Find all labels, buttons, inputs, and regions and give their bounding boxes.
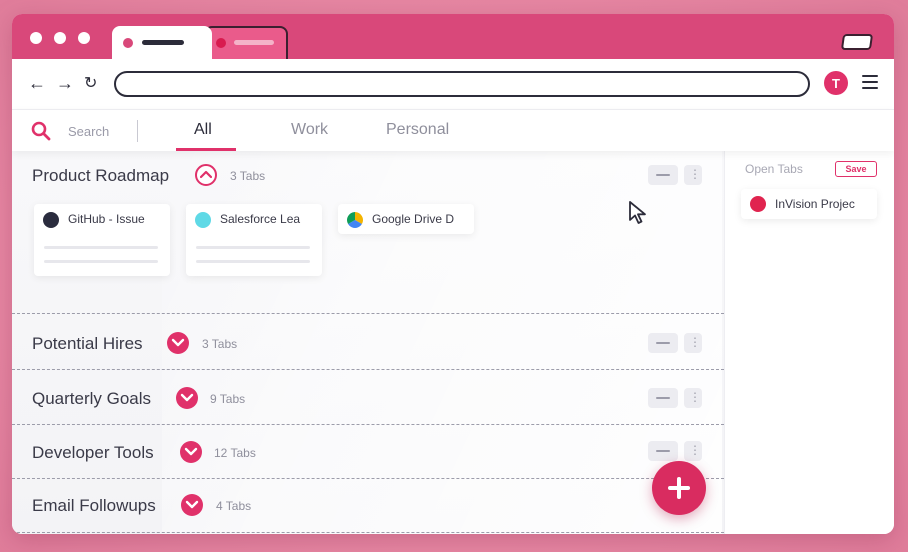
browser-tab-1[interactable] xyxy=(112,26,212,59)
group-more-button[interactable] xyxy=(684,165,702,185)
expand-chevron-down-icon[interactable] xyxy=(167,332,189,354)
expand-chevron-down-icon[interactable] xyxy=(181,494,203,516)
search-icon[interactable] xyxy=(30,120,52,142)
extension-icon-letter: T xyxy=(832,75,840,91)
tab-strip xyxy=(12,14,894,59)
close-window-button[interactable] xyxy=(30,32,42,44)
saved-tab-title: Salesforce Lea xyxy=(220,212,301,226)
open-tab-card[interactable]: InVision Projec xyxy=(741,189,877,219)
tab-preview-line xyxy=(44,246,158,249)
group-separator xyxy=(12,369,724,370)
saved-tab-title: Google Drive D xyxy=(372,212,455,226)
header-divider xyxy=(137,120,138,142)
group-title[interactable]: Email Followups xyxy=(32,496,156,516)
group-tab-count: 9 Tabs xyxy=(210,392,246,406)
group-title[interactable]: Potential Hires xyxy=(32,334,143,354)
open-tabs-panel: Open Tabs Save InVision Projec xyxy=(724,151,894,534)
saved-tab-title: GitHub - Issue xyxy=(68,212,145,226)
google-drive-icon xyxy=(347,212,363,228)
saved-tab-card[interactable]: GitHub - Issue xyxy=(34,204,170,276)
group-tab-count: 12 Tabs xyxy=(214,446,256,460)
app-header: Search All Work Personal xyxy=(12,109,894,151)
save-button-label: Save xyxy=(845,164,867,174)
saved-tab-card[interactable]: Salesforce Lea xyxy=(186,204,322,276)
group-more-button[interactable] xyxy=(684,441,702,461)
hamburger-menu-icon[interactable] xyxy=(862,75,878,89)
navigation-bar: ← → ↻ T xyxy=(12,59,894,109)
tab-personal[interactable]: Personal xyxy=(386,121,449,139)
minimize-window-button[interactable] xyxy=(54,32,66,44)
group-separator xyxy=(12,478,724,479)
reload-icon[interactable]: ↻ xyxy=(84,74,97,94)
minimize-group-button[interactable] xyxy=(648,165,678,185)
browser-tab-2[interactable] xyxy=(204,26,288,59)
back-arrow-icon[interactable]: ← xyxy=(28,73,46,93)
minimize-group-button[interactable] xyxy=(648,441,678,461)
save-button[interactable]: Save xyxy=(835,161,877,177)
tab-groups-panel: Product Roadmap 3 Tabs GitHub - Issue Sa… xyxy=(12,151,724,534)
tab-preview-line xyxy=(44,260,158,263)
group-title[interactable]: Developer Tools xyxy=(32,443,154,463)
mouse-cursor-icon xyxy=(629,201,646,224)
tab-preview-line xyxy=(196,260,310,263)
active-tab-indicator xyxy=(176,148,236,151)
tab-title-placeholder xyxy=(234,40,274,45)
group-title[interactable]: Quarterly Goals xyxy=(32,389,151,409)
group-more-button[interactable] xyxy=(684,388,702,408)
tab-all[interactable]: All xyxy=(194,121,212,139)
tab-work[interactable]: Work xyxy=(291,121,328,139)
group-title[interactable]: Product Roadmap xyxy=(32,166,169,186)
group-separator xyxy=(12,532,724,533)
minimize-group-button[interactable] xyxy=(648,333,678,353)
salesforce-icon xyxy=(195,212,211,228)
address-bar[interactable] xyxy=(114,71,810,97)
tab-title-placeholder xyxy=(142,40,184,45)
open-tab-title: InVision Projec xyxy=(775,197,855,211)
invision-icon xyxy=(750,196,766,212)
group-separator xyxy=(12,313,724,314)
group-tab-count: 3 Tabs xyxy=(202,337,238,351)
browser-window: ← → ↻ T Search All Work Personal Product… xyxy=(12,14,894,534)
minimize-group-button[interactable] xyxy=(648,388,678,408)
new-tab-button[interactable] xyxy=(840,34,874,50)
group-tab-count: 4 Tabs xyxy=(216,499,252,513)
group-tab-count: 3 Tabs xyxy=(230,169,266,183)
search-input[interactable]: Search xyxy=(68,124,109,139)
collapse-chevron-up-icon[interactable] xyxy=(195,164,217,186)
add-group-button[interactable] xyxy=(652,461,706,515)
expand-chevron-down-icon[interactable] xyxy=(180,441,202,463)
tab-preview-line xyxy=(196,246,310,249)
saved-tab-card[interactable]: Google Drive D xyxy=(338,204,474,234)
tab-favicon xyxy=(123,38,133,48)
maximize-window-button[interactable] xyxy=(78,32,90,44)
expand-chevron-down-icon[interactable] xyxy=(176,387,198,409)
github-icon xyxy=(43,212,59,228)
group-separator xyxy=(12,424,724,425)
forward-arrow-icon[interactable]: → xyxy=(56,73,74,93)
open-tabs-title: Open Tabs xyxy=(745,162,803,176)
tab-favicon xyxy=(216,38,226,48)
group-more-button[interactable] xyxy=(684,333,702,353)
extension-icon[interactable]: T xyxy=(824,71,848,95)
